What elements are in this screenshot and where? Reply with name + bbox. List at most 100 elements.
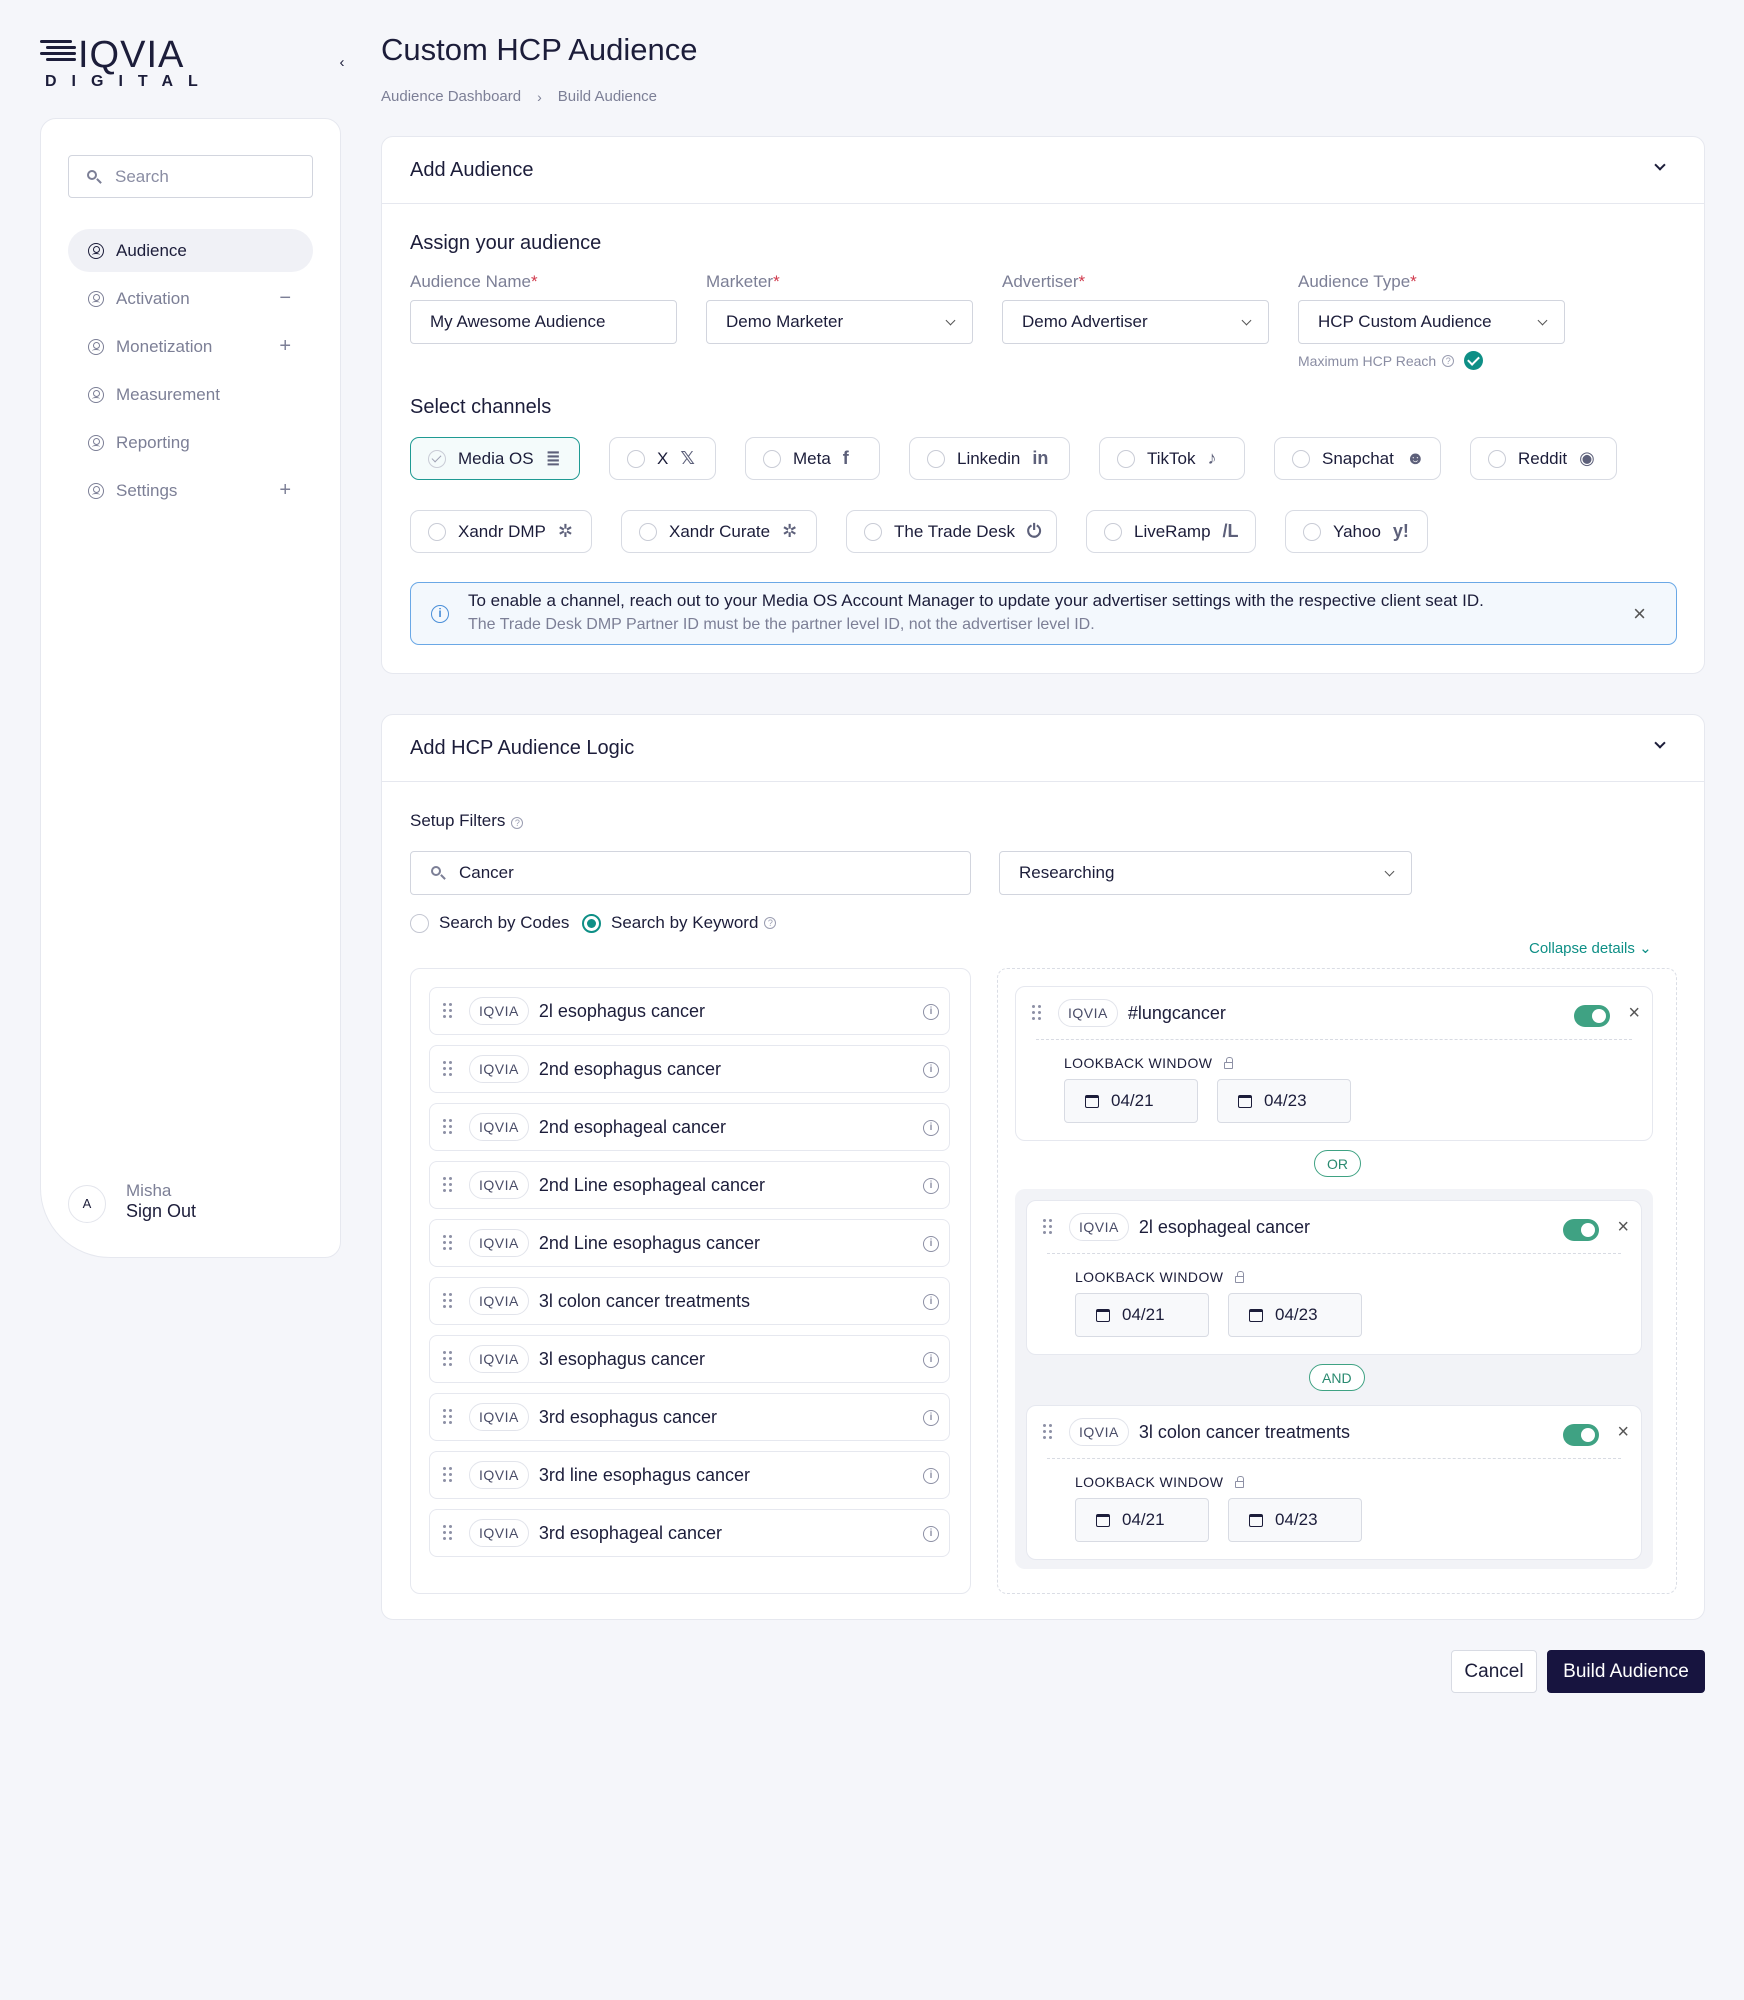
filter-search-input[interactable]: Cancer	[410, 851, 971, 895]
expand-plus-icon[interactable]: +	[279, 479, 291, 502]
build-audience-button[interactable]: Build Audience	[1547, 1650, 1705, 1693]
rule-toggle[interactable]	[1574, 1005, 1610, 1027]
drag-handle-icon[interactable]	[443, 1351, 455, 1367]
close-icon[interactable]: ×	[1617, 1216, 1629, 1239]
channel-checkbox[interactable]	[1488, 449, 1506, 468]
channel-checkbox[interactable]	[1117, 449, 1135, 468]
marketer-select[interactable]: Demo Marketer	[706, 300, 973, 344]
channel-checkbox[interactable]	[927, 449, 945, 468]
channel-meta[interactable]: Meta f	[745, 437, 880, 480]
radio-button[interactable]	[410, 913, 429, 933]
cancel-button[interactable]: Cancel	[1451, 1650, 1537, 1693]
close-icon[interactable]: ×	[1633, 601, 1646, 627]
drag-handle-icon[interactable]	[1043, 1424, 1055, 1440]
channel-checkbox[interactable]	[763, 449, 781, 468]
radio-button[interactable]	[582, 913, 601, 933]
lookback-to-date[interactable]: 04/23	[1217, 1079, 1351, 1123]
sidebar-item-measurement[interactable]: Measurement	[68, 373, 313, 416]
channel-checkbox[interactable]	[1292, 449, 1310, 468]
channel-checkbox[interactable]	[627, 449, 645, 468]
lookback-from-date[interactable]: 04/21	[1075, 1293, 1209, 1337]
channel-trade-desk[interactable]: The Trade Desk ⏻	[846, 510, 1057, 553]
info-icon[interactable]: i	[923, 1120, 939, 1136]
collapse-sidebar-chevron-icon[interactable]: ‹	[333, 54, 351, 72]
info-icon[interactable]: i	[923, 1468, 939, 1484]
list-item[interactable]: IQVIA 3l esophagus cancer i	[429, 1335, 950, 1383]
channel-checkbox[interactable]	[864, 522, 882, 541]
drag-handle-icon[interactable]	[443, 1119, 455, 1135]
drag-handle-icon[interactable]	[1043, 1219, 1055, 1235]
sidebar-item-settings[interactable]: Settings +	[68, 469, 313, 512]
rule-toggle[interactable]	[1563, 1219, 1599, 1241]
expand-plus-icon[interactable]: +	[279, 335, 291, 358]
breadcrumb-link-dashboard[interactable]: Audience Dashboard	[381, 88, 521, 105]
collapse-minus-icon[interactable]: −	[279, 287, 291, 310]
search-by-keyword-radio[interactable]: Search by Keyword ?	[582, 913, 777, 933]
lookback-from-date[interactable]: 04/21	[1075, 1498, 1209, 1542]
search-by-codes-radio[interactable]: Search by Codes	[410, 913, 569, 933]
channel-xandr-dmp[interactable]: Xandr DMP ✲	[410, 510, 592, 553]
channel-checkbox[interactable]	[1303, 522, 1321, 541]
info-icon[interactable]: i	[923, 1178, 939, 1194]
list-item[interactable]: IQVIA 2nd esophagus cancer i	[429, 1045, 950, 1093]
info-icon[interactable]: i	[923, 1410, 939, 1426]
info-icon[interactable]: i	[923, 1062, 939, 1078]
drag-handle-icon[interactable]	[443, 1525, 455, 1541]
channel-checkbox[interactable]	[639, 522, 657, 541]
drag-handle-icon[interactable]	[443, 1409, 455, 1425]
list-item[interactable]: IQVIA 2l esophagus cancer i	[429, 987, 950, 1035]
drag-handle-icon[interactable]	[443, 1235, 455, 1251]
lookback-to-date[interactable]: 04/23	[1228, 1498, 1362, 1542]
close-icon[interactable]: ×	[1628, 1002, 1640, 1025]
list-item[interactable]: IQVIA 3rd line esophagus cancer i	[429, 1451, 950, 1499]
chevron-down-icon[interactable]	[1654, 159, 1666, 171]
info-icon[interactable]: i	[923, 1004, 939, 1020]
channel-linkedin[interactable]: Linkedin in	[909, 437, 1070, 480]
list-item[interactable]: IQVIA 2nd Line esophageal cancer i	[429, 1161, 950, 1209]
list-item[interactable]: IQVIA 3l colon cancer treatments i	[429, 1277, 950, 1325]
channel-checkbox[interactable]	[1104, 522, 1122, 541]
channel-snapchat[interactable]: Snapchat ☻	[1274, 437, 1441, 480]
intent-select[interactable]: Researching	[999, 851, 1412, 895]
drag-handle-icon[interactable]	[443, 1293, 455, 1309]
channel-reddit[interactable]: Reddit ◉	[1470, 437, 1617, 480]
drag-handle-icon[interactable]	[443, 1177, 455, 1193]
drag-handle-icon[interactable]	[443, 1061, 455, 1077]
channel-x[interactable]: X𝕏	[609, 437, 716, 480]
sidebar-item-activation[interactable]: Activation −	[68, 277, 313, 320]
info-icon[interactable]: i	[923, 1526, 939, 1542]
max-reach-checkbox[interactable]	[1464, 351, 1484, 370]
audience-name-input[interactable]: My Awesome Audience	[410, 300, 677, 344]
add-audience-header[interactable]: Add Audience	[382, 137, 1704, 204]
channel-yahoo[interactable]: Yahoo y!	[1285, 510, 1428, 553]
channel-media-os[interactable]: Media OS ≣	[410, 437, 580, 480]
drag-handle-icon[interactable]	[443, 1467, 455, 1483]
lookback-from-date[interactable]: 04/21	[1064, 1079, 1198, 1123]
channel-liveramp[interactable]: LiveRamp/L	[1086, 510, 1256, 553]
sidebar-search-input[interactable]: Search	[68, 155, 313, 198]
hcp-logic-header[interactable]: Add HCP Audience Logic	[382, 715, 1704, 782]
channel-tiktok[interactable]: TikTok ♪	[1099, 437, 1245, 480]
sidebar-item-reporting[interactable]: Reporting	[68, 421, 313, 464]
chevron-down-icon[interactable]	[1654, 737, 1666, 749]
help-icon[interactable]: ?	[511, 817, 524, 829]
close-icon[interactable]: ×	[1617, 1421, 1629, 1444]
audience-type-select[interactable]: HCP Custom Audience	[1298, 300, 1565, 344]
channel-checkbox[interactable]	[428, 522, 446, 541]
channel-xandr-curate[interactable]: Xandr Curate ✲	[621, 510, 817, 553]
collapse-details-link[interactable]: Collapse details ⌄	[1529, 939, 1652, 957]
help-icon[interactable]: ?	[764, 917, 777, 929]
list-item[interactable]: IQVIA 2nd Line esophagus cancer i	[429, 1219, 950, 1267]
info-icon[interactable]: i	[923, 1294, 939, 1310]
info-icon[interactable]: i	[923, 1236, 939, 1252]
or-operator[interactable]: OR	[1314, 1150, 1361, 1177]
lookback-to-date[interactable]: 04/23	[1228, 1293, 1362, 1337]
info-icon[interactable]: i	[923, 1352, 939, 1368]
list-item[interactable]: IQVIA 3rd esophageal cancer i	[429, 1509, 950, 1557]
drag-handle-icon[interactable]	[443, 1003, 455, 1019]
sidebar-item-monetization[interactable]: Monetization +	[68, 325, 313, 368]
advertiser-select[interactable]: Demo Advertiser	[1002, 300, 1269, 344]
sidebar-item-audience[interactable]: Audience	[68, 229, 313, 272]
list-item[interactable]: IQVIA 3rd esophagus cancer i	[429, 1393, 950, 1441]
rule-toggle[interactable]	[1563, 1424, 1599, 1446]
